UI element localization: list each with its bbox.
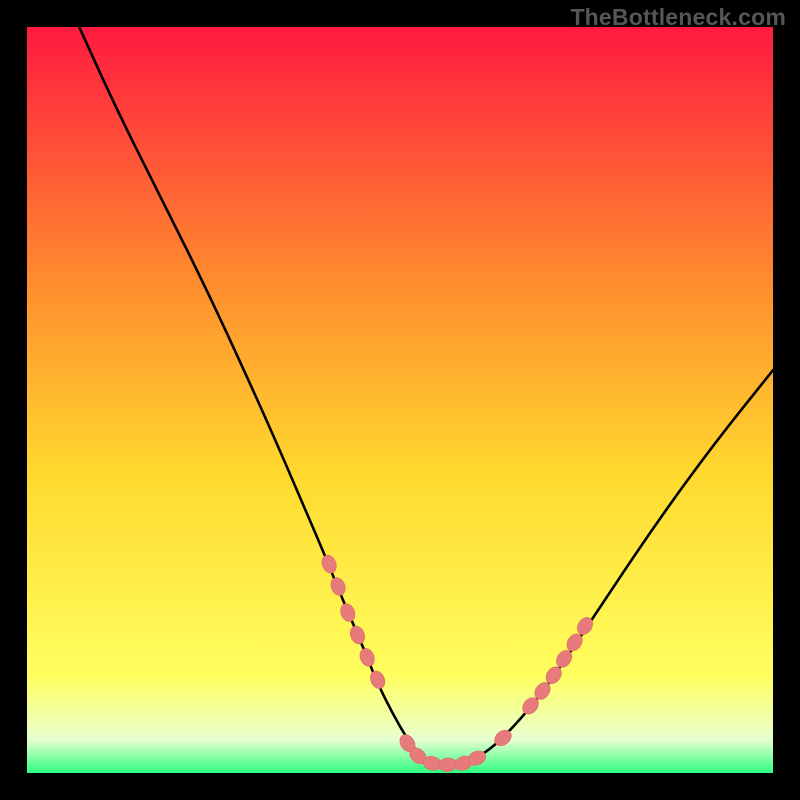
plot-area	[27, 27, 773, 773]
bottleneck-curve-chart	[27, 27, 773, 773]
gradient-background	[27, 27, 773, 773]
chart-container: TheBottleneck.com	[0, 0, 800, 800]
